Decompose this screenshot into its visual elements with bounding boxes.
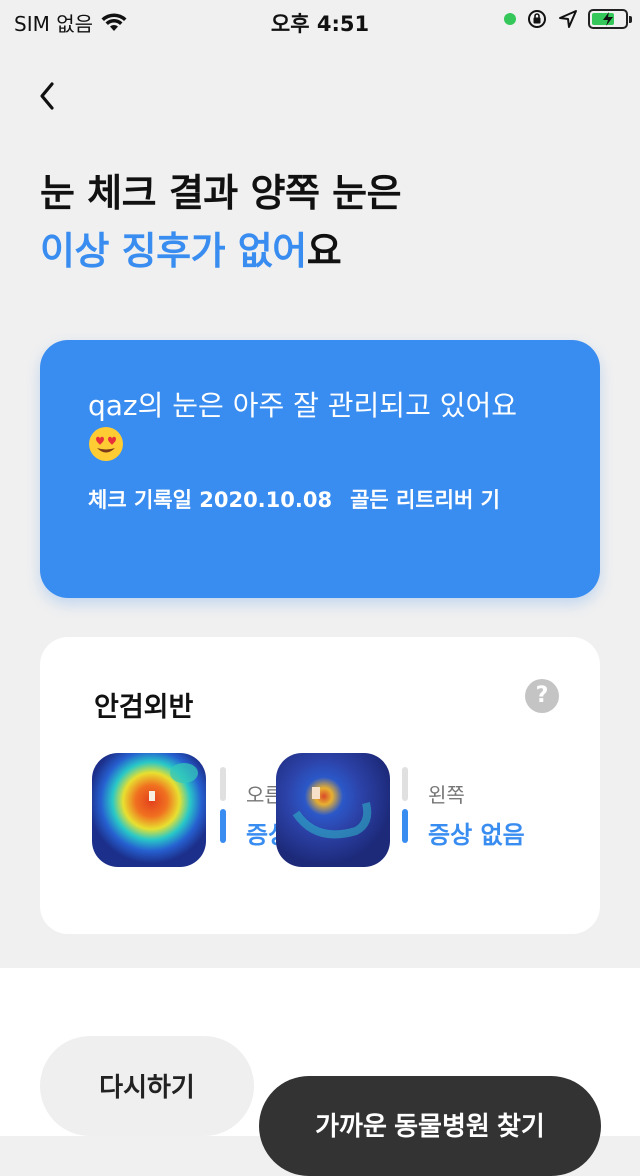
retry-button[interactable]: 다시하기 (40, 1036, 254, 1136)
status-bar: SIM 없음 오후 4:51 (0, 0, 640, 42)
record-info: 체크 기록일 2020.10.08 골든 리트리버 기 (88, 484, 500, 514)
right-eye-indicator-track (220, 767, 226, 801)
record-date: 2020.10.08 (199, 488, 333, 512)
left-eye-indicator-track (402, 767, 408, 801)
result-card: 안검외반 ? 오른 증상 왼쪽 증상 없음 (40, 637, 600, 934)
headline-tail: 요 (306, 229, 342, 273)
help-icon[interactable]: ? (525, 679, 559, 713)
headline-line-2: 이상 징후가 없어요 (40, 222, 401, 280)
chevron-left-icon (40, 82, 54, 110)
condition-title: 안검외반 (94, 692, 194, 723)
headline-accent: 이상 징후가 없어 (40, 229, 307, 273)
left-eye-heatmap (276, 753, 390, 867)
right-eye-indicator (220, 809, 226, 843)
headline-line-1: 눈 체크 결과 양쪽 눈은 (40, 171, 402, 215)
right-eye-heatmap (92, 753, 206, 867)
orientation-lock-icon (528, 10, 546, 28)
back-button[interactable] (32, 76, 66, 116)
breed-label: 골든 리트리버 기 (350, 488, 500, 512)
summary-card: qaz의 눈은 아주 잘 관리되고 있어요 체크 기록일 2020.10.08 골… (40, 340, 600, 598)
bottom-action-panel: 다시하기 가까운 동물병원 찾기 (0, 968, 640, 1176)
location-dot-icon (504, 13, 516, 25)
left-eye-label: 왼쪽 (428, 783, 465, 807)
summary-message: qaz의 눈은 아주 잘 관리되고 있어요 (88, 386, 558, 467)
find-hospital-button[interactable]: 가까운 동물병원 찾기 (259, 1076, 601, 1176)
location-arrow-icon (559, 10, 577, 28)
summary-message-text: qaz의 눈은 아주 잘 관리되고 있어요 (88, 389, 518, 422)
battery-charging-icon (588, 9, 632, 29)
left-eye-indicator (402, 809, 408, 843)
page-title: 눈 체크 결과 양쪽 눈은 이상 징후가 없어요 (40, 164, 402, 280)
record-label: 체크 기록일 (88, 488, 192, 512)
heart-eyes-emoji-icon (89, 427, 123, 461)
left-eye-status: 증상 없음 (428, 821, 525, 849)
